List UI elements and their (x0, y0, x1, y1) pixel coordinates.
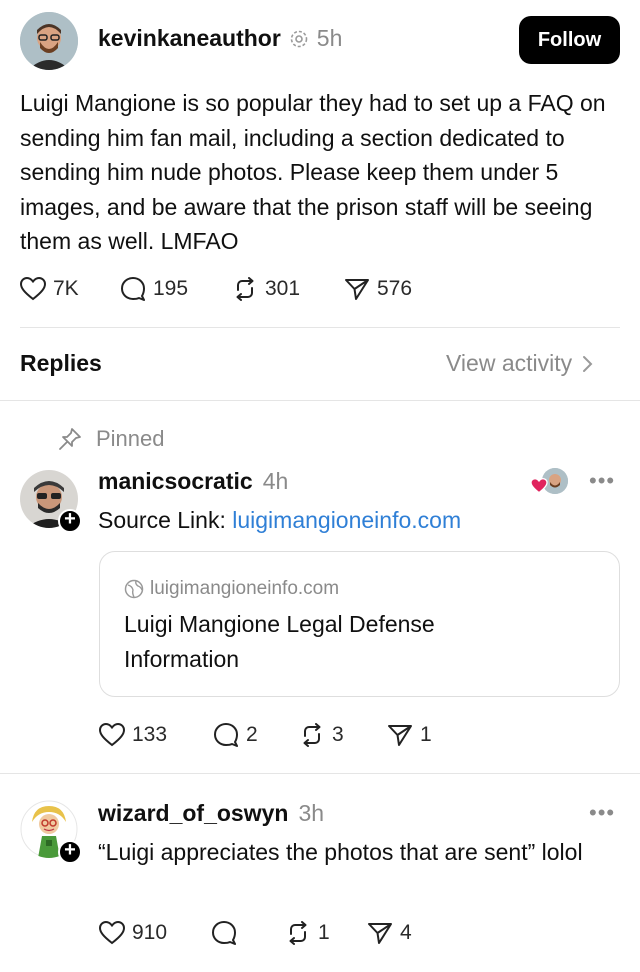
post-divider (20, 327, 620, 328)
chevron-right-icon (583, 355, 593, 372)
heart-filled-icon (530, 478, 548, 494)
send-icon (388, 725, 412, 746)
pinned-indicator: Pinned (58, 426, 165, 452)
share-button[interactable]: 576 (344, 277, 444, 301)
share-count: 4 (400, 921, 412, 944)
link-card-domain: luigimangioneinfo.com (150, 578, 340, 599)
share-button[interactable]: 1 (387, 723, 467, 747)
send-icon (368, 923, 392, 944)
replies-title: Replies (20, 350, 102, 376)
comment-icon (214, 723, 238, 747)
author-avatar[interactable] (20, 12, 78, 70)
view-activity-label: View activity (446, 350, 573, 376)
repost-icon (303, 723, 321, 747)
reply-count: 195 (153, 277, 189, 300)
reply-username[interactable]: manicsocratic (98, 468, 253, 495)
source-link-prefix: Source Link: (98, 507, 233, 533)
reply2-text: “Luigi appreciates the photos that are s… (98, 839, 583, 865)
send-icon (345, 279, 369, 300)
follow-button[interactable]: Follow (519, 16, 620, 64)
reply2-username[interactable]: wizard_of_oswyn (98, 800, 288, 827)
like-button[interactable]: 910 (99, 921, 211, 945)
comment-icon (121, 277, 145, 301)
heart-icon (99, 921, 125, 945)
repost-icon (236, 277, 254, 301)
replies-divider (0, 400, 640, 401)
post-time: 5h (316, 25, 343, 51)
pinned-reply-actions: 133 2 3 1 (99, 723, 467, 747)
repost-icon (289, 921, 307, 945)
more-options-button[interactable]: ••• (589, 468, 615, 494)
comment-icon (212, 921, 236, 945)
globe-icon (124, 579, 144, 599)
heart-icon (20, 277, 46, 301)
link-card-domain-row: luigimangioneinfo.com (124, 578, 339, 600)
like-button[interactable]: 7K (20, 277, 120, 301)
pin-icon (59, 428, 81, 450)
pinned-label: Pinned (96, 426, 165, 451)
reply2-time: 3h (298, 800, 325, 826)
author-header: kevinkaneauthor 5h (98, 25, 342, 52)
reply2-actions: 910 1 4 (99, 921, 437, 945)
link-card-title: Luigi Mangione Legal Defense Information (124, 611, 435, 672)
repost-button[interactable]: 1 (285, 921, 367, 945)
link-preview-card[interactable]: luigimangioneinfo.com Luigi Mangione Leg… (99, 551, 620, 697)
source-link[interactable]: luigimangioneinfo.com (232, 507, 461, 533)
reply-button[interactable]: 2 (213, 723, 299, 747)
follow-plus-badge[interactable]: + (58, 509, 82, 533)
share-count: 1 (420, 723, 432, 746)
reply-time: 4h (262, 468, 289, 494)
threads-self-icon (289, 29, 309, 49)
reply-divider (0, 773, 640, 774)
more-options-button[interactable]: ••• (589, 800, 615, 826)
pinned-reply-text: Source Link: luigimangioneinfo.com (98, 503, 461, 538)
repost-count: 301 (265, 277, 301, 300)
like-count: 7K (53, 277, 79, 300)
author-liked-indicator (530, 468, 568, 498)
reply-button[interactable]: 195 (120, 277, 232, 301)
reply-count: 2 (246, 723, 258, 746)
like-count: 910 (132, 921, 168, 944)
pinned-reply-header: manicsocratic 4h (98, 468, 288, 495)
repost-count: 3 (332, 723, 344, 746)
follow-plus-badge[interactable]: + (58, 840, 82, 864)
repost-button[interactable]: 301 (232, 277, 344, 301)
share-button[interactable]: 4 (367, 921, 437, 945)
heart-icon (99, 723, 125, 747)
repost-button[interactable]: 3 (299, 723, 387, 747)
reply2-header: wizard_of_oswyn 3h (98, 800, 324, 827)
author-username[interactable]: kevinkaneauthor (98, 25, 281, 52)
reply-button[interactable] (211, 921, 285, 945)
post-body: Luigi Mangione is so popular they had to… (20, 90, 606, 254)
share-count: 576 (377, 277, 413, 300)
like-count: 133 (132, 723, 168, 746)
view-activity-link[interactable]: View activity (446, 350, 594, 377)
repost-count: 1 (318, 921, 330, 944)
like-button[interactable]: 133 (99, 723, 213, 747)
post-actions: 7K 195 301 576 (20, 277, 444, 301)
